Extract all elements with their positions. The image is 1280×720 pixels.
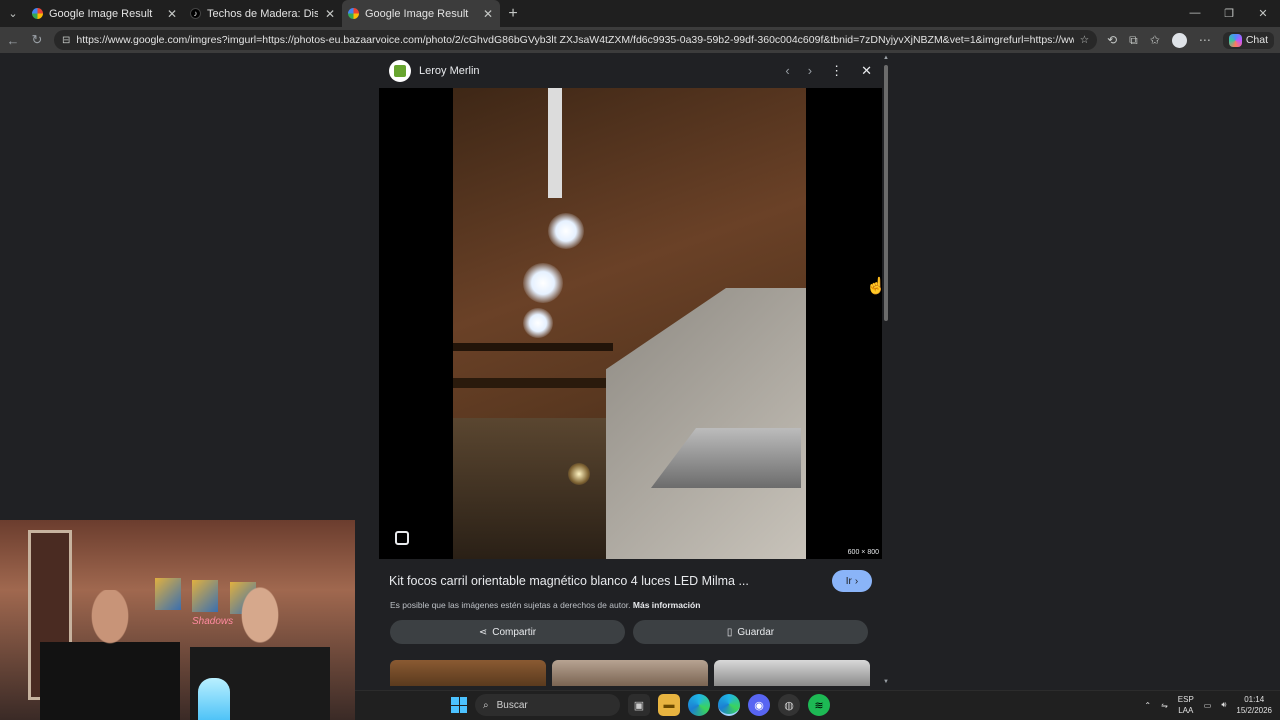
address-bar-row: ← ↻ ⊟ https://www.google.com/imgres?imgu… xyxy=(0,27,1280,53)
clock[interactable]: 01:14 15/2/2026 xyxy=(1236,694,1272,716)
tiktok-icon: ♪ xyxy=(190,8,201,19)
scroll-down-icon[interactable]: ▼ xyxy=(882,679,890,685)
image-caption[interactable]: Kit focos carril orientable magnético bl… xyxy=(389,574,832,588)
url-text: https://www.google.com/imgres?imgurl=htt… xyxy=(76,34,1074,46)
smart-speaker xyxy=(198,678,230,720)
google-icon xyxy=(348,8,359,19)
tab-actions-menu-icon[interactable]: ⌄ xyxy=(0,0,26,27)
taskbar-apps: ⌕ Buscar ▣ ▬ ◉ ◍ ≋ xyxy=(451,694,830,716)
restore-icon[interactable]: ❐ xyxy=(1212,7,1246,20)
share-icon: ⋖ xyxy=(478,626,488,638)
copyright-text: Es posible que las imágenes estén sujeta… xyxy=(390,600,631,610)
date: 15/2/2026 xyxy=(1236,706,1272,715)
tab-title: Google Image Result xyxy=(365,7,469,20)
toolbar-icons: ⟲ ⧉ ✩ ⋯ Chat xyxy=(1107,31,1274,49)
site-info-icon[interactable]: ⊟ xyxy=(62,35,70,46)
hand-cursor-icon: ☝ xyxy=(866,278,886,295)
bookmark-icon: ▯ xyxy=(726,626,733,638)
show-hidden-icons[interactable]: ⌃ xyxy=(1144,701,1151,710)
favorites-icon[interactable]: ✩ xyxy=(1150,33,1160,47)
caption-row: Kit focos carril orientable magnético bl… xyxy=(389,570,872,592)
go-button[interactable]: Ir › xyxy=(832,570,872,592)
search-placeholder: Buscar xyxy=(496,699,528,711)
save-button[interactable]: ▯ Guardar xyxy=(633,620,868,644)
address-bar[interactable]: ⊟ https://www.google.com/imgres?imgurl=h… xyxy=(54,30,1098,50)
volume-icon[interactable]: 🔊︎ xyxy=(1221,700,1226,710)
save-label: Guardar xyxy=(737,626,775,638)
share-button[interactable]: ⋖ Compartir xyxy=(390,620,625,644)
related-image-thumbnail[interactable] xyxy=(390,660,546,686)
task-view-icon[interactable]: ▣ xyxy=(628,694,650,716)
scroll-up-icon[interactable]: ▲ xyxy=(882,55,890,61)
go-label: Ir xyxy=(845,575,852,587)
close-icon[interactable]: ✕ xyxy=(861,63,872,79)
image-preview-area: 600 × 800 xyxy=(379,88,882,559)
discord-icon[interactable]: ◉ xyxy=(748,694,770,716)
webcam-overlay: Shadows xyxy=(0,520,355,720)
extensions-icon[interactable]: ⟲ xyxy=(1107,33,1117,47)
split-screen-icon[interactable]: ⧉ xyxy=(1129,33,1138,48)
copilot-icon xyxy=(1228,33,1242,47)
share-label: Compartir xyxy=(492,626,537,638)
related-image-thumbnail[interactable] xyxy=(714,660,870,686)
tab-techos-de-madera[interactable]: ♪ Techos de Madera: Diseños Mode ✕ xyxy=(184,0,342,27)
preview-image[interactable] xyxy=(453,88,806,559)
tab-title: Google Image Result xyxy=(49,7,153,20)
copyright-notice: Es posible que las imágenes estén sujeta… xyxy=(390,600,700,610)
time: 01:14 xyxy=(1244,695,1265,704)
viewer-controls: ‹ › ⋮ ✕ xyxy=(785,63,872,79)
streamer-person xyxy=(40,590,180,720)
tab-google-image-result-2[interactable]: Google Image Result ✕ xyxy=(342,0,500,27)
edge-icon[interactable] xyxy=(688,694,710,716)
chat-label: Chat xyxy=(1245,34,1268,46)
tab-strip: ⌄ Google Image Result ✕ ♪ Techos de Made… xyxy=(0,0,1280,27)
new-tab-button[interactable]: + xyxy=(500,5,526,23)
close-tab-icon[interactable]: ✕ xyxy=(166,7,178,21)
close-window-icon[interactable]: ✕ xyxy=(1246,7,1280,20)
next-icon[interactable]: › xyxy=(808,63,812,79)
keyboard-layout: LAA xyxy=(1178,706,1194,715)
network-activity-icon[interactable]: ⇋ xyxy=(1161,701,1168,710)
obs-icon[interactable]: ◍ xyxy=(778,694,800,716)
language-indicator[interactable]: ESP LAA xyxy=(1178,694,1194,716)
taskbar-search[interactable]: ⌕ Buscar xyxy=(475,694,620,716)
site-logo-icon xyxy=(389,59,411,82)
profile-avatar[interactable] xyxy=(1171,32,1187,48)
windows-start-icon[interactable] xyxy=(451,697,467,713)
more-info-link[interactable]: Más información xyxy=(633,600,701,610)
minimize-icon[interactable]: — xyxy=(1178,7,1212,20)
copilot-chat-button[interactable]: Chat xyxy=(1222,31,1274,49)
viewer-scrollbar[interactable]: ▲ ▼ xyxy=(882,55,890,685)
image-dimensions: 600 × 800 xyxy=(847,549,879,556)
back-icon[interactable]: ← xyxy=(6,33,20,48)
search-icon: ⌕ xyxy=(483,699,489,711)
language-code: ESP xyxy=(1177,695,1194,704)
favorite-star-icon[interactable]: ☆ xyxy=(1080,34,1089,46)
spotify-icon[interactable]: ≋ xyxy=(808,694,830,716)
neon-sign: Shadows xyxy=(192,616,234,627)
previous-icon[interactable]: ‹ xyxy=(785,63,789,79)
file-explorer-icon[interactable]: ▬ xyxy=(658,694,680,716)
tab-google-image-result-1[interactable]: Google Image Result ✕ xyxy=(26,0,184,27)
more-options-icon[interactable]: ⋮ xyxy=(830,63,843,79)
edge-active-icon[interactable] xyxy=(718,694,740,716)
tab-title: Techos de Madera: Diseños Mode xyxy=(207,7,318,20)
window-controls: — ❐ ✕ xyxy=(1178,7,1280,20)
more-menu-icon[interactable]: ⋯ xyxy=(1199,33,1211,47)
refresh-icon[interactable]: ↻ xyxy=(30,32,44,48)
related-images xyxy=(390,660,870,686)
site-name[interactable]: Leroy Merlin xyxy=(419,65,480,77)
google-lens-icon[interactable] xyxy=(395,531,409,545)
action-buttons: ⋖ Compartir ▯ Guardar xyxy=(390,620,868,644)
google-icon xyxy=(32,8,43,19)
close-tab-icon[interactable]: ✕ xyxy=(324,7,336,21)
image-viewer-panel: Leroy Merlin ‹ › ⋮ ✕ 600 × 800 Kit focos… xyxy=(379,53,882,686)
chevron-right-icon: › xyxy=(854,575,859,587)
close-tab-icon[interactable]: ✕ xyxy=(482,7,494,21)
related-image-thumbnail[interactable] xyxy=(552,660,708,686)
windows-taskbar: ⌕ Buscar ▣ ▬ ◉ ◍ ≋ ⌃ ⇋ ESP LAA ▭ 🔊︎ 01:1… xyxy=(355,690,1280,720)
system-tray: ⌃ ⇋ ESP LAA ▭ 🔊︎ 01:14 15/2/2026 xyxy=(1144,694,1272,716)
display-icon[interactable]: ▭ xyxy=(1204,701,1212,710)
viewer-header: Leroy Merlin ‹ › ⋮ ✕ xyxy=(379,53,882,88)
